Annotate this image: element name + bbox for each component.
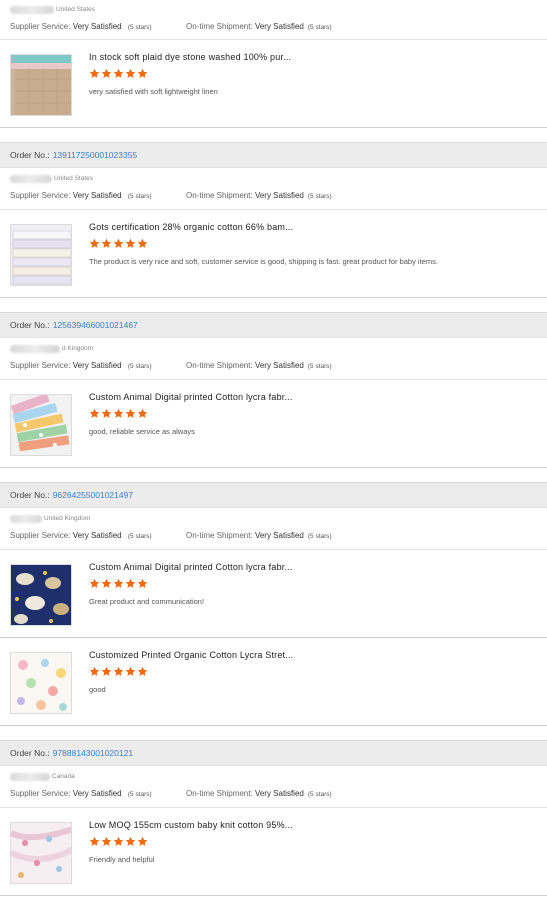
star-icon [101,68,112,78]
product-thumbnail[interactable] [10,652,72,714]
rating-stars [89,836,148,847]
buyer-location: United States [10,174,537,184]
product-title[interactable]: Low MOQ 155cm custom baby knit cotton 95… [89,820,293,830]
star-icon [89,666,100,676]
review-text: Great product and communication! [89,597,205,606]
star-icon [89,836,100,846]
star-icon [137,578,148,588]
star-icon [137,238,148,248]
star-icon [113,836,124,846]
order-card: Order No.: 139117250001023355 United Stat… [0,142,547,298]
star-icon [113,408,124,418]
ontime-shipment: On-time Shipment: Very Satisfied (5 stars… [186,191,332,200]
review-text: The product is very nice and soft, custo… [89,257,438,266]
blurred-buyer-name [10,345,60,353]
order-card: Order No.: 97888143001020121 Canada Suppl… [0,740,547,896]
star-icon [113,666,124,676]
buyer-location: d Kingdom [10,344,537,354]
blurred-buyer-name [10,515,42,523]
ontime-shipment: On-time Shipment: Very Satisfied (5 stars… [186,531,332,540]
product-thumbnail[interactable] [10,822,72,884]
order-card: United States Supplier Service: Very Sat… [0,0,547,128]
service-ratings: Supplier Service: Very Satisfied (5 star… [10,21,537,33]
blurred-buyer-name [10,175,52,183]
star-icon [89,578,100,588]
buyer-location: United States [10,5,537,15]
blurred-buyer-name [10,773,50,781]
ontime-shipment: On-time Shipment: Very Satisfied (5 stars… [186,789,332,798]
rating-stars [89,238,148,249]
product-row: Low MOQ 155cm custom baby knit cotton 95… [0,808,547,896]
ontime-shipment: On-time Shipment: Very Satisfied (5 stars… [186,361,332,370]
product-row: Customized Printed Organic Cotton Lycra … [0,638,547,726]
star-icon [113,68,124,78]
buyer-location: Canada [10,772,537,782]
blurred-buyer-name [10,6,54,14]
product-row: Gots certification 28% organic cotton 66… [0,210,547,298]
product-title[interactable]: Custom Animal Digital printed Cotton lyc… [89,392,293,402]
star-icon [89,238,100,248]
service-ratings: Supplier Service: Very Satisfied (5 star… [10,788,537,800]
star-icon [125,836,136,846]
star-icon [101,238,112,248]
order-card: Order No.: 96264255001021497 United Kingd… [0,482,547,726]
buyer-location: United Kingdom [10,514,537,524]
service-ratings: Supplier Service: Very Satisfied (5 star… [10,190,537,202]
star-icon [101,836,112,846]
order-header: Order No.: 97888143001020121 [0,740,547,766]
review-text: good, reliable service as always [89,427,195,436]
buyer-info: Canada Supplier Service: Very Satisfied … [0,766,547,808]
order-header: Order No.: 96264255001021497 [0,482,547,508]
rating-stars [89,408,148,419]
star-icon [89,68,100,78]
product-row: Custom Animal Digital printed Cotton lyc… [0,380,547,468]
star-icon [101,408,112,418]
product-title[interactable]: Custom Animal Digital printed Cotton lyc… [89,562,293,572]
rating-stars [89,578,148,589]
buyer-info: United Kingdom Supplier Service: Very Sa… [0,508,547,550]
order-number-link[interactable]: 96264255001021497 [53,490,133,500]
star-icon [125,68,136,78]
review-text: Friendly and helpful [89,855,155,864]
order-header: Order No.: 125639466001021467 [0,312,547,338]
star-icon [125,578,136,588]
service-ratings: Supplier Service: Very Satisfied (5 star… [10,360,537,372]
rating-stars [89,666,148,677]
order-number-link[interactable]: 97888143001020121 [53,748,133,758]
star-icon [89,408,100,418]
buyer-info: United States Supplier Service: Very Sat… [0,168,547,210]
review-text: very satisfied with soft lightweight lin… [89,87,218,96]
product-row: In stock soft plaid dye stone washed 100… [0,40,547,128]
star-icon [125,408,136,418]
order-number-link[interactable]: 139117250001023355 [53,150,137,160]
buyer-info: United States Supplier Service: Very Sat… [0,0,547,40]
product-row: Custom Animal Digital printed Cotton lyc… [0,550,547,638]
order-number-link[interactable]: 125639466001021467 [53,320,138,330]
buyer-info: d Kingdom Supplier Service: Very Satisfi… [0,338,547,380]
star-icon [125,666,136,676]
star-icon [101,578,112,588]
star-icon [101,666,112,676]
service-ratings: Supplier Service: Very Satisfied (5 star… [10,530,537,542]
product-title[interactable]: In stock soft plaid dye stone washed 100… [89,52,291,62]
product-thumbnail[interactable] [10,224,72,286]
rating-stars [89,68,148,79]
product-title[interactable]: Customized Printed Organic Cotton Lycra … [89,650,293,660]
product-thumbnail[interactable] [10,394,72,456]
supplier-service-value: Very Satisfied [72,22,122,31]
review-text: good [89,685,106,694]
product-title[interactable]: Gots certification 28% organic cotton 66… [89,222,293,232]
star-icon [113,578,124,588]
order-header: Order No.: 139117250001023355 [0,142,547,168]
product-thumbnail[interactable] [10,54,72,116]
product-thumbnail[interactable] [10,564,72,626]
star-icon [113,238,124,248]
star-icon [137,68,148,78]
star-icon [137,836,148,846]
ontime-shipment: On-time Shipment: Very Satisfied (5 stars… [186,22,332,31]
star-icon [125,238,136,248]
star-icon [137,666,148,676]
star-icon [137,408,148,418]
order-card: Order No.: 125639466001021467 d Kingdom S… [0,312,547,468]
